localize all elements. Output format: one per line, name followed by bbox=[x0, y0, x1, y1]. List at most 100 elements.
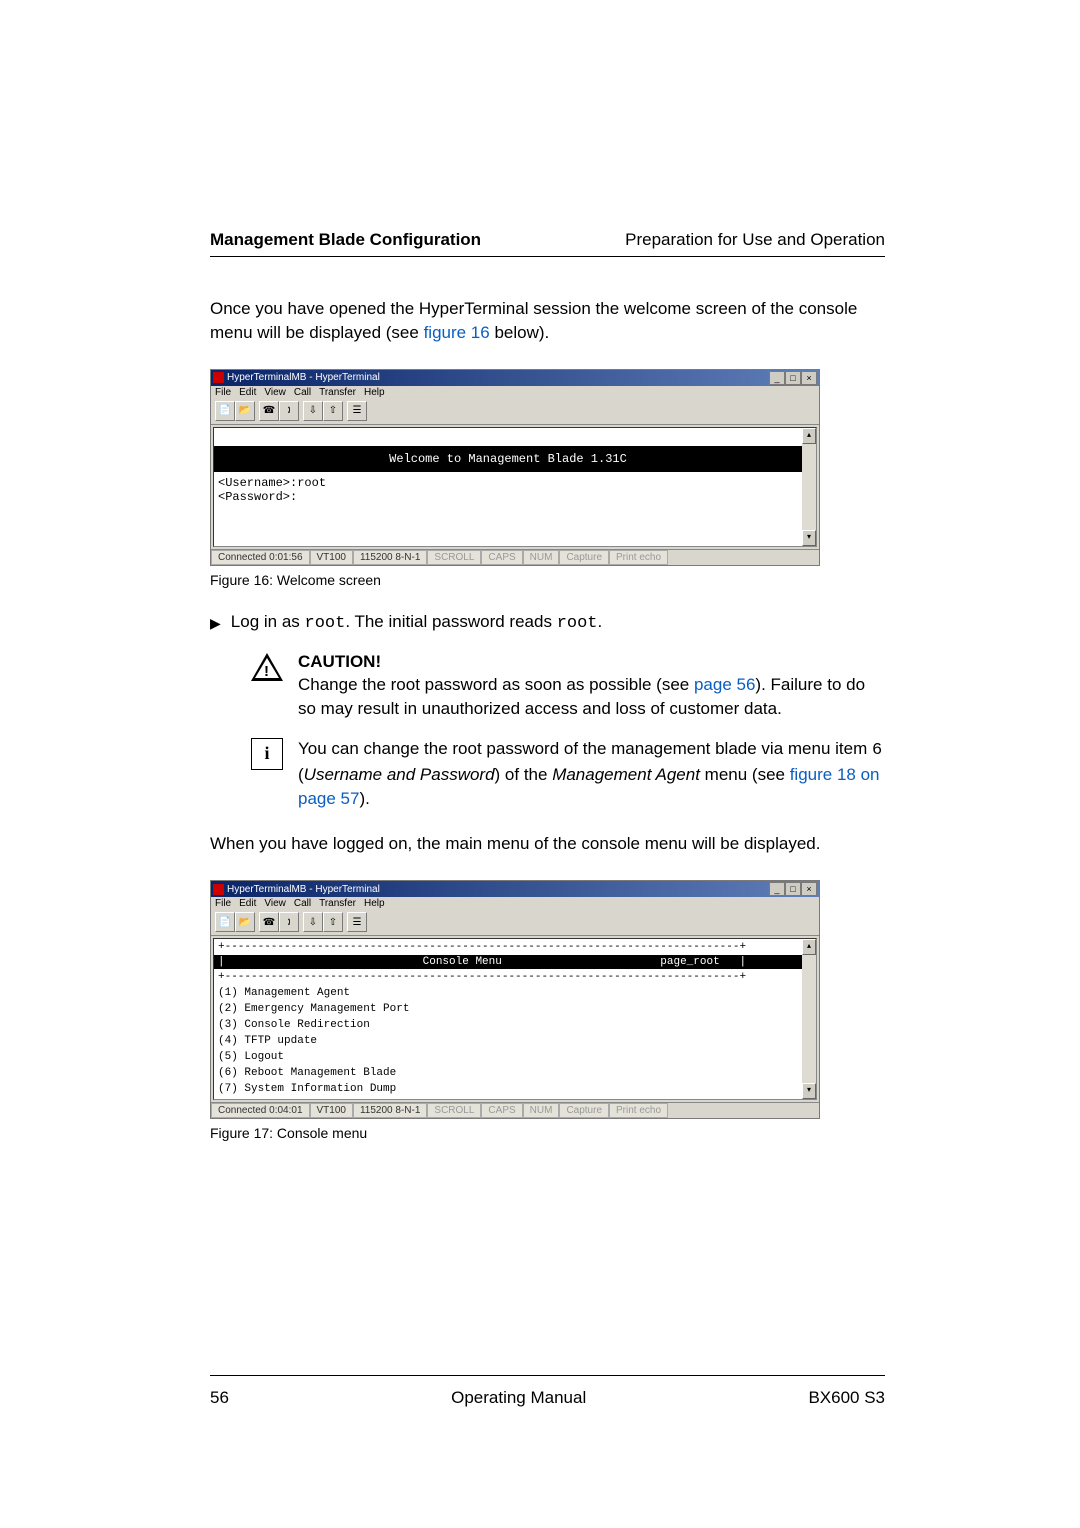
info-callout: i You can change the root password of th… bbox=[210, 737, 885, 810]
caution-heading: CAUTION! bbox=[298, 652, 381, 671]
menu-edit-2[interactable]: Edit bbox=[239, 898, 256, 909]
menu-call[interactable]: Call bbox=[294, 387, 311, 398]
info-post: ). bbox=[359, 789, 369, 808]
status-connected-2: Connected 0:04:01 bbox=[211, 1103, 310, 1118]
status-printecho: Print echo bbox=[609, 550, 668, 565]
toolbar-send-icon[interactable]: ⇩ bbox=[303, 401, 323, 421]
close-button[interactable]: × bbox=[801, 371, 817, 385]
password-line: <Password>: bbox=[214, 490, 802, 504]
toolbar-send-icon-2[interactable]: ⇩ bbox=[303, 912, 323, 932]
console-prompt: Enter selection: _ bbox=[214, 1097, 802, 1099]
toolbar-2: 📄 📂 ☎ 🕽 ⇩ ⇧ ☰ bbox=[211, 910, 819, 936]
info-text-1: You can change the root password of the … bbox=[298, 739, 872, 758]
toolbar-connect-icon[interactable]: ☎ bbox=[259, 401, 279, 421]
vertical-scrollbar-2[interactable]: ▴ ▾ bbox=[802, 939, 816, 1099]
caution-text-a: Change the root password as soon as poss… bbox=[298, 675, 694, 694]
page-number: 56 bbox=[210, 1388, 229, 1408]
menu-view-2[interactable]: View bbox=[264, 898, 286, 909]
status-scroll-2: SCROLL bbox=[427, 1103, 481, 1118]
info-italic-2: Management Agent bbox=[552, 765, 700, 784]
toolbar-receive-icon[interactable]: ⇧ bbox=[323, 401, 343, 421]
console-item-1: (1) Management Agent bbox=[214, 985, 802, 1001]
menu-view[interactable]: View bbox=[264, 387, 286, 398]
console-item-4: (4) TFTP update bbox=[214, 1033, 802, 1049]
status-scroll: SCROLL bbox=[427, 550, 481, 565]
menu-help[interactable]: Help bbox=[364, 387, 385, 398]
menu-call-2[interactable]: Call bbox=[294, 898, 311, 909]
toolbar-disconnect-icon[interactable]: 🕽 bbox=[279, 401, 299, 421]
menu-file-2[interactable]: File bbox=[215, 898, 231, 909]
status-caps: CAPS bbox=[481, 550, 522, 565]
menu-transfer[interactable]: Transfer bbox=[319, 387, 356, 398]
status-bar: Connected 0:01:56 VT100 115200 8-N-1 SCR… bbox=[211, 549, 819, 565]
menu-transfer-2[interactable]: Transfer bbox=[319, 898, 356, 909]
scroll-up-icon[interactable]: ▴ bbox=[802, 428, 816, 444]
status-bar-2: Connected 0:04:01 VT100 115200 8-N-1 SCR… bbox=[211, 1102, 819, 1118]
login-pre: Log in as bbox=[231, 612, 305, 631]
bullet-arrow-icon: ▶ bbox=[210, 612, 221, 634]
menu-file[interactable]: File bbox=[215, 387, 231, 398]
toolbar: 📄 📂 ☎ 🕽 ⇩ ⇧ ☰ bbox=[211, 399, 819, 425]
info-mid3: menu (see bbox=[700, 765, 790, 784]
info-icon: i bbox=[251, 738, 283, 770]
status-num: NUM bbox=[523, 550, 560, 565]
toolbar-properties-icon-2[interactable]: ☰ bbox=[347, 912, 367, 932]
close-button-2[interactable]: × bbox=[801, 882, 817, 896]
footer-right: BX600 S3 bbox=[808, 1388, 885, 1408]
login-code-root-1: root bbox=[305, 614, 346, 633]
info-italic-1: Username and Password bbox=[304, 765, 495, 784]
console-item-7: (7) System Information Dump bbox=[214, 1081, 802, 1097]
figure-16-link[interactable]: figure 16 bbox=[424, 323, 490, 342]
window-titlebar-2: HyperTerminalMB - HyperTerminal _ □ × bbox=[211, 881, 819, 897]
scroll-up-icon-2[interactable]: ▴ bbox=[802, 939, 816, 955]
menu-edit[interactable]: Edit bbox=[239, 387, 256, 398]
running-header: Management Blade Configuration Preparati… bbox=[210, 230, 885, 257]
welcome-banner: Welcome to Management Blade 1.31C bbox=[214, 446, 802, 472]
window-title-2: HyperTerminalMB - HyperTerminal bbox=[227, 884, 380, 895]
status-term: VT100 bbox=[310, 550, 353, 565]
toolbar-new-icon[interactable]: 📄 bbox=[215, 401, 235, 421]
maximize-button-2[interactable]: □ bbox=[785, 882, 801, 896]
scroll-down-icon[interactable]: ▾ bbox=[802, 530, 816, 546]
toolbar-open-icon[interactable]: 📂 bbox=[235, 401, 255, 421]
toolbar-connect-icon-2[interactable]: ☎ bbox=[259, 912, 279, 932]
scroll-down-icon-2[interactable]: ▾ bbox=[802, 1083, 816, 1099]
page-56-link[interactable]: page 56 bbox=[694, 675, 755, 694]
minimize-button[interactable]: _ bbox=[769, 371, 785, 385]
terminal-area-2: +---------------------------------------… bbox=[213, 938, 817, 1100]
menu-help-2[interactable]: Help bbox=[364, 898, 385, 909]
console-dashline-top: +---------------------------------------… bbox=[214, 939, 802, 955]
status-capture: Capture bbox=[559, 550, 609, 565]
status-caps-2: CAPS bbox=[481, 1103, 522, 1118]
caution-icon: ! bbox=[251, 653, 283, 681]
console-item-5: (5) Logout bbox=[214, 1049, 802, 1065]
toolbar-properties-icon[interactable]: ☰ bbox=[347, 401, 367, 421]
page-footer: 56 Operating Manual BX600 S3 bbox=[210, 1375, 885, 1408]
login-instruction: ▶ Log in as root. The initial password r… bbox=[210, 612, 885, 634]
header-right: Preparation for Use and Operation bbox=[625, 230, 885, 250]
figure-16-screenshot: HyperTerminalMB - HyperTerminal _ □ × Fi… bbox=[210, 369, 820, 566]
intro-text-2: below). bbox=[490, 323, 550, 342]
toolbar-open-icon-2[interactable]: 📂 bbox=[235, 912, 255, 932]
maximize-button[interactable]: □ bbox=[785, 371, 801, 385]
terminal-area: Welcome to Management Blade 1.31C <Usern… bbox=[213, 427, 817, 547]
logged-on-text: When you have logged on, the main menu o… bbox=[210, 832, 885, 856]
figure-17-screenshot: HyperTerminalMB - HyperTerminal _ □ × Fi… bbox=[210, 880, 820, 1119]
login-mid: . The initial password reads bbox=[345, 612, 556, 631]
figure-16-caption: Figure 16: Welcome screen bbox=[210, 572, 885, 588]
minimize-button-2[interactable]: _ bbox=[769, 882, 785, 896]
console-item-2: (2) Emergency Management Port bbox=[214, 1001, 802, 1017]
caution-callout: ! CAUTION! Change the root password as s… bbox=[210, 650, 885, 721]
status-baud: 115200 8-N-1 bbox=[353, 550, 427, 565]
figure-17-caption: Figure 17: Console menu bbox=[210, 1125, 885, 1141]
window-titlebar: HyperTerminalMB - HyperTerminal _ □ × bbox=[211, 370, 819, 386]
vertical-scrollbar[interactable]: ▴ ▾ bbox=[802, 428, 816, 546]
app-icon-2 bbox=[213, 884, 224, 895]
console-item-6: (6) Reboot Management Blade bbox=[214, 1065, 802, 1081]
toolbar-disconnect-icon-2[interactable]: 🕽 bbox=[279, 912, 299, 932]
toolbar-receive-icon-2[interactable]: ⇧ bbox=[323, 912, 343, 932]
toolbar-new-icon-2[interactable]: 📄 bbox=[215, 912, 235, 932]
status-term-2: VT100 bbox=[310, 1103, 353, 1118]
console-menu-head: | Console Menu page_root | bbox=[214, 955, 802, 969]
username-line: <Username>:root bbox=[214, 476, 802, 490]
